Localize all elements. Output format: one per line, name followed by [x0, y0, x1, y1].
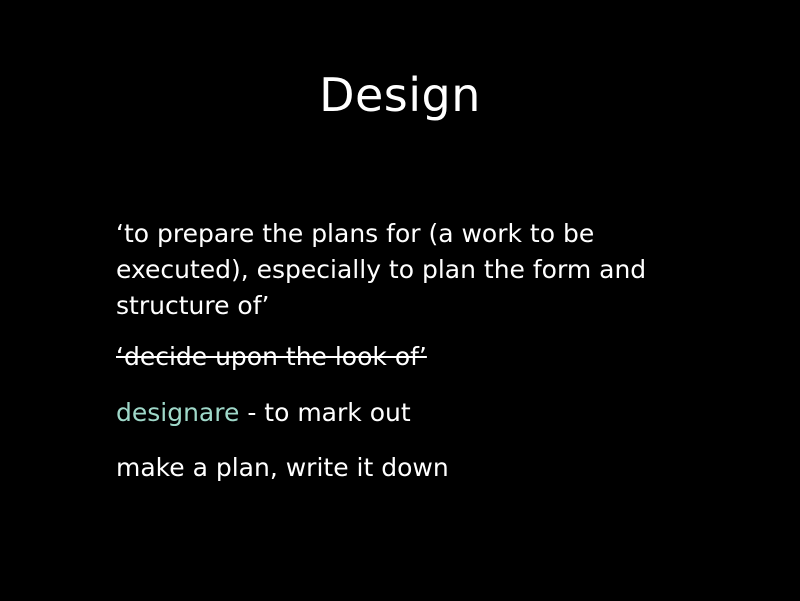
definition-quote: ‘to prepare the plans for (a work to be …	[116, 216, 716, 324]
definition-line: executed), especially to plan the form a…	[116, 255, 647, 284]
definition-line: structure of’	[116, 291, 270, 320]
definition-line: ‘to prepare the plans for (a work to be	[116, 219, 595, 248]
slide: Design ‘to prepare the plans for (a work…	[0, 0, 800, 601]
slide-title: Design	[319, 68, 481, 122]
summary-line: make a plan, write it down	[116, 453, 449, 482]
latin-meaning: - to mark out	[239, 398, 411, 427]
struck-through-definition: ‘decide upon the look of’	[116, 342, 427, 371]
etymology-line: designare - to mark out	[116, 395, 716, 431]
latin-word: designare	[116, 398, 240, 427]
